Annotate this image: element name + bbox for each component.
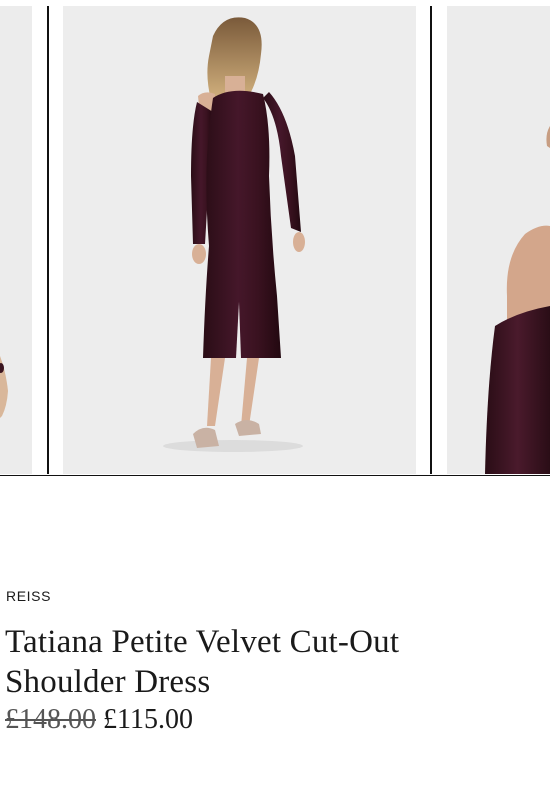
gallery-image-main[interactable] xyxy=(63,6,416,474)
carousel-bottom-border xyxy=(0,475,550,476)
product-title: Tatiana Petite Velvet Cut-Out Shoulder D… xyxy=(5,624,400,700)
carousel-separator xyxy=(47,6,49,474)
price-block: £148.00 £115.00 xyxy=(5,702,193,738)
original-price: £148.00 xyxy=(5,704,96,735)
gallery-image-previous[interactable] xyxy=(0,6,32,474)
sale-price: £115.00 xyxy=(103,704,193,735)
brand-name[interactable]: REISS xyxy=(6,588,51,604)
product-image-carousel[interactable] xyxy=(0,0,550,476)
carousel-separator xyxy=(430,6,432,474)
gallery-image-next[interactable] xyxy=(447,6,550,474)
